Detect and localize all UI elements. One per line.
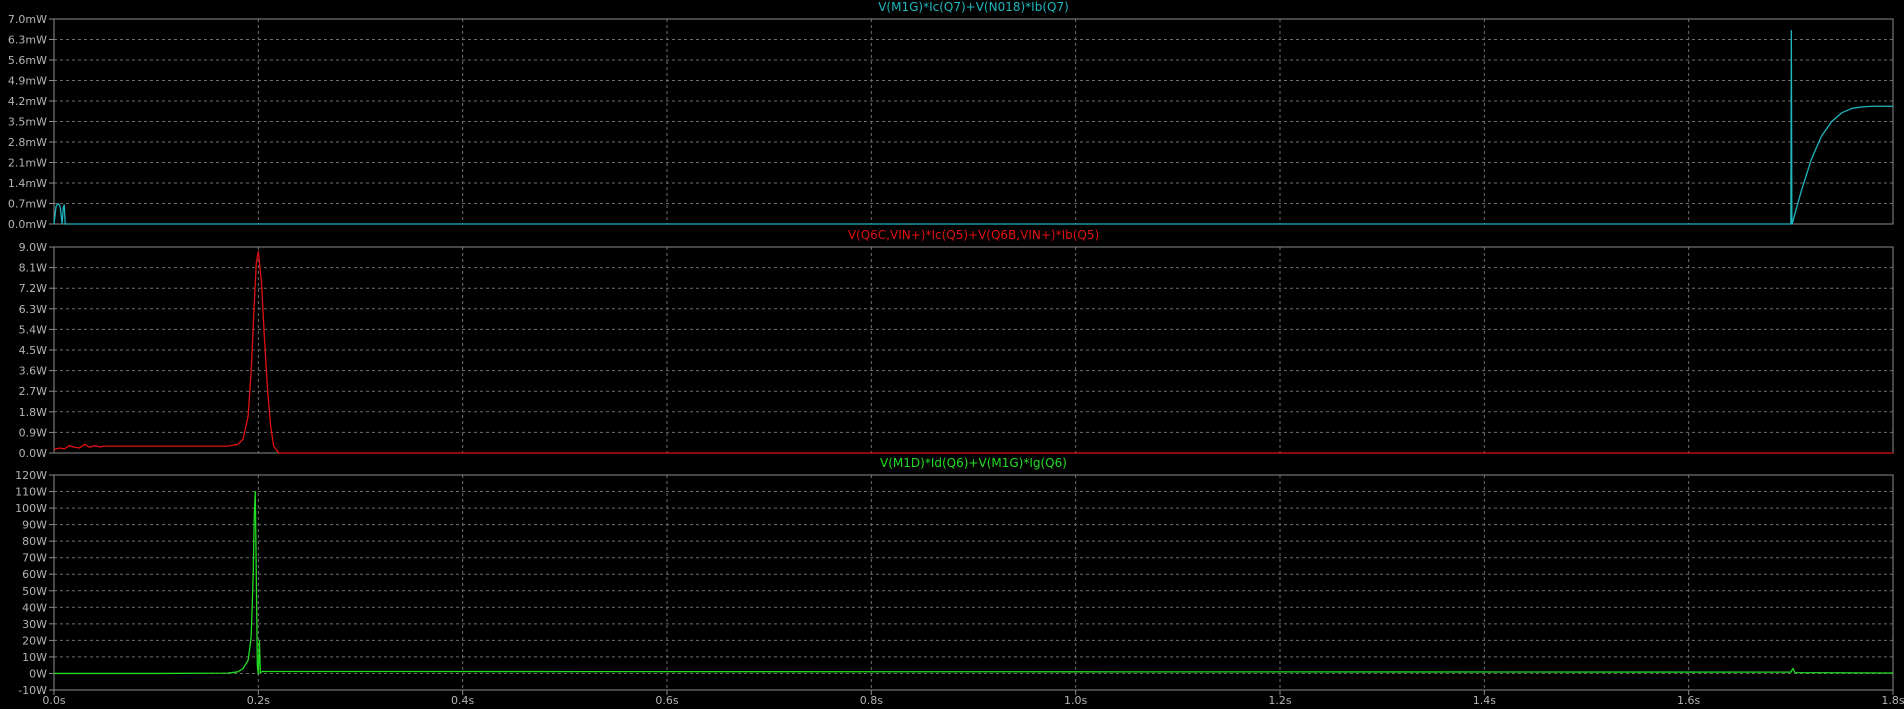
y-tick-label: 1.4mW [8, 177, 47, 190]
y-tick-label: 20W [22, 634, 47, 647]
trace-title: V(M1D)*Id(Q6)+V(M1G)*Ig(Q6) [880, 456, 1067, 470]
y-tick-label: 110W [15, 486, 47, 499]
y-tick-label: 9.0W [19, 241, 47, 254]
y-tick-label: 0.0W [19, 447, 47, 460]
y-tick-label: 6.3mW [8, 34, 47, 47]
x-tick-label: 0.8s [860, 694, 883, 707]
x-tick-label: 0.4s [451, 694, 474, 707]
y-tick-label: 0W [29, 667, 47, 680]
y-tick-label: 10W [22, 651, 47, 664]
y-tick-label: 50W [22, 585, 47, 598]
x-tick-label: 1.2s [1268, 694, 1291, 707]
y-tick-label: 2.7W [19, 385, 47, 398]
trace-title: V(Q6C,VIN+)*Ic(Q5)+V(Q6B,VIN+)*Ib(Q5) [848, 228, 1099, 242]
y-tick-label: 70W [22, 552, 47, 565]
y-tick-label: 120W [15, 469, 47, 482]
y-tick-label: 6.3W [19, 303, 47, 316]
x-tick-label: 0.0s [42, 694, 65, 707]
x-tick-label: 1.6s [1677, 694, 1700, 707]
y-tick-label: 90W [22, 519, 47, 532]
y-tick-label: 100W [15, 502, 47, 515]
y-tick-label: 5.6mW [8, 54, 47, 67]
x-tick-label: 0.6s [655, 694, 678, 707]
y-tick-label: 0.0mW [8, 218, 47, 231]
x-tick-label: 1.8s [1881, 694, 1904, 707]
x-tick-label: 0.2s [247, 694, 270, 707]
y-tick-label: 80W [22, 535, 47, 548]
x-tick-label: 1.4s [1473, 694, 1496, 707]
waveform-viewer[interactable]: V(M1G)*Ic(Q7)+V(N018)*Ib(Q7) 7.0mW 6.3mW 5.… [0, 0, 1904, 709]
y-tick-label: 4.5W [19, 344, 47, 357]
y-tick-label: 5.4W [19, 323, 47, 336]
y-tick-label: 2.1mW [8, 157, 47, 170]
y-tick-label: 2.8mW [8, 136, 47, 149]
y-tick-label: 8.1W [19, 262, 47, 275]
y-tick-label: 3.6W [19, 365, 47, 378]
y-tick-label: 3.5mW [8, 116, 47, 129]
trace-title: V(M1G)*Ic(Q7)+V(N018)*Ib(Q7) [878, 0, 1069, 14]
x-tick-label: 1.0s [1064, 694, 1087, 707]
y-tick-label: 0.9W [19, 426, 47, 439]
y-tick-label: 40W [22, 601, 47, 614]
y-tick-label: 7.2W [19, 282, 47, 295]
y-tick-label: 30W [22, 618, 47, 631]
y-tick-label: 4.2mW [8, 95, 47, 108]
y-tick-label: 60W [22, 568, 47, 581]
y-tick-label: 1.8W [19, 406, 47, 419]
y-tick-label: 0.7mW [8, 198, 47, 211]
plot-background [0, 0, 1904, 709]
y-tick-label: 7.0mW [8, 13, 47, 26]
y-tick-label: 4.9mW [8, 75, 47, 88]
